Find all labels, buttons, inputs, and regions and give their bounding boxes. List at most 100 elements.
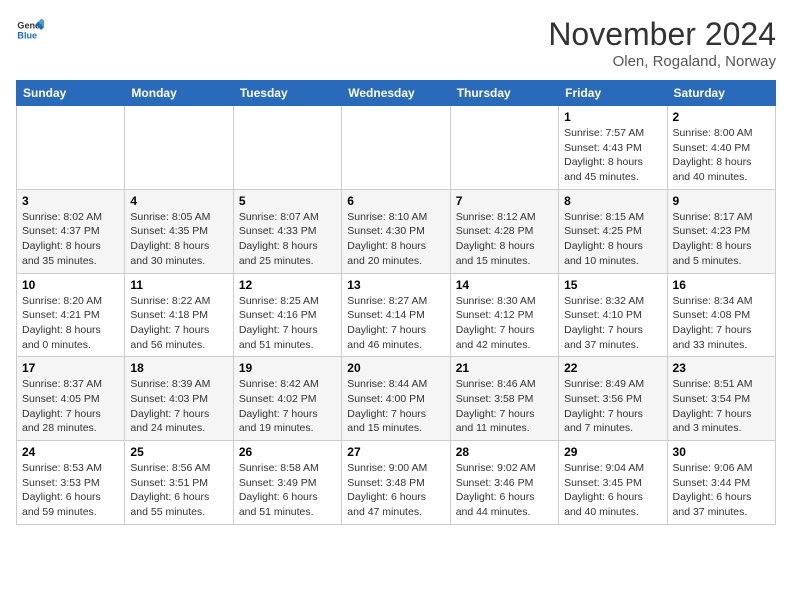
calendar-cell: 14Sunrise: 8:30 AM Sunset: 4:12 PM Dayli…: [450, 273, 558, 357]
calendar-cell: 30 Sunrise: 9:06 AM Sunset: 3:44 PM Dayli…: [667, 441, 775, 525]
day-number: 23: [673, 361, 770, 375]
day-info: Sunrise: 8:44 AM Sunset: 4:00 PM Dayligh…: [347, 377, 444, 436]
calendar-week-row: 10Sunrise: 8:20 AM Sunset: 4:21 PM Dayli…: [17, 273, 776, 357]
day-info: Sunrise: 8:12 AM Sunset: 4:28 PM Dayligh…: [456, 210, 553, 269]
calendar-cell: 18Sunrise: 8:39 AM Sunset: 4:03 PM Dayli…: [125, 357, 233, 441]
day-info: Sunrise: 8:00 AM Sunset: 4:40 PM Dayligh…: [673, 126, 770, 185]
day-info: Sunrise: 8:27 AM Sunset: 4:14 PM Dayligh…: [347, 294, 444, 353]
day-number: 14: [456, 278, 553, 292]
weekday-header-sunday: Sunday: [17, 81, 125, 106]
day-number: 21: [456, 361, 553, 375]
day-number: 17: [22, 361, 119, 375]
calendar-table: SundayMondayTuesdayWednesdayThursdayFrid…: [16, 80, 776, 525]
calendar-cell: 6 Sunrise: 8:10 AM Sunset: 4:30 PM Daylig…: [342, 189, 450, 273]
day-number: 28: [456, 445, 553, 459]
weekday-header-saturday: Saturday: [667, 81, 775, 106]
day-number: 27: [347, 445, 444, 459]
page-header: General Blue November 2024 Olen, Rogalan…: [16, 16, 776, 70]
day-number: 30: [673, 445, 770, 459]
day-info: Sunrise: 8:34 AM Sunset: 4:08 PM Dayligh…: [673, 294, 770, 353]
day-number: 12: [239, 278, 336, 292]
day-info: Sunrise: 8:10 AM Sunset: 4:30 PM Dayligh…: [347, 210, 444, 269]
day-number: 25: [130, 445, 227, 459]
calendar-week-row: 1 Sunrise: 7:57 AM Sunset: 4:43 PM Daylig…: [17, 106, 776, 190]
day-number: 26: [239, 445, 336, 459]
day-info: Sunrise: 8:53 AM Sunset: 3:53 PM Dayligh…: [22, 461, 119, 520]
day-info: Sunrise: 8:32 AM Sunset: 4:10 PM Dayligh…: [564, 294, 661, 353]
calendar-cell: 25 Sunrise: 8:56 AM Sunset: 3:51 PM Dayli…: [125, 441, 233, 525]
day-info: Sunrise: 8:42 AM Sunset: 4:02 PM Dayligh…: [239, 377, 336, 436]
weekday-header-wednesday: Wednesday: [342, 81, 450, 106]
calendar-cell: 27 Sunrise: 9:00 AM Sunset: 3:48 PM Dayli…: [342, 441, 450, 525]
day-number: 1: [564, 110, 661, 124]
day-number: 6: [347, 194, 444, 208]
day-info: Sunrise: 8:15 AM Sunset: 4:25 PM Dayligh…: [564, 210, 661, 269]
weekday-header-tuesday: Tuesday: [233, 81, 341, 106]
calendar-cell: [450, 106, 558, 190]
month-title: November 2024: [548, 16, 776, 53]
calendar-cell: 23 Sunrise: 8:51 AM Sunset: 3:54 PM Dayli…: [667, 357, 775, 441]
day-info: Sunrise: 9:00 AM Sunset: 3:48 PM Dayligh…: [347, 461, 444, 520]
calendar-week-row: 17 Sunrise: 8:37 AM Sunset: 4:05 PM Dayli…: [17, 357, 776, 441]
day-number: 9: [673, 194, 770, 208]
weekday-header-monday: Monday: [125, 81, 233, 106]
day-number: 20: [347, 361, 444, 375]
day-number: 7: [456, 194, 553, 208]
calendar-cell: 29 Sunrise: 9:04 AM Sunset: 3:45 PM Dayli…: [559, 441, 667, 525]
day-number: 15: [564, 278, 661, 292]
location: Olen, Rogaland, Norway: [548, 53, 776, 70]
calendar-cell: 2Sunrise: 8:00 AM Sunset: 4:40 PM Daylig…: [667, 106, 775, 190]
day-number: 24: [22, 445, 119, 459]
calendar-cell: 21 Sunrise: 8:46 AM Sunset: 3:58 PM Dayli…: [450, 357, 558, 441]
day-info: Sunrise: 8:22 AM Sunset: 4:18 PM Dayligh…: [130, 294, 227, 353]
calendar-cell: 16 Sunrise: 8:34 AM Sunset: 4:08 PM Dayli…: [667, 273, 775, 357]
calendar-cell: 15 Sunrise: 8:32 AM Sunset: 4:10 PM Dayli…: [559, 273, 667, 357]
day-info: Sunrise: 9:04 AM Sunset: 3:45 PM Dayligh…: [564, 461, 661, 520]
day-info: Sunrise: 7:57 AM Sunset: 4:43 PM Dayligh…: [564, 126, 661, 185]
calendar-cell: 22Sunrise: 8:49 AM Sunset: 3:56 PM Dayli…: [559, 357, 667, 441]
calendar-week-row: 3Sunrise: 8:02 AM Sunset: 4:37 PM Daylig…: [17, 189, 776, 273]
day-info: Sunrise: 8:20 AM Sunset: 4:21 PM Dayligh…: [22, 294, 119, 353]
calendar-cell: 28 Sunrise: 9:02 AM Sunset: 3:46 PM Dayli…: [450, 441, 558, 525]
day-number: 16: [673, 278, 770, 292]
day-info: Sunrise: 8:37 AM Sunset: 4:05 PM Dayligh…: [22, 377, 119, 436]
day-number: 29: [564, 445, 661, 459]
day-info: Sunrise: 8:51 AM Sunset: 3:54 PM Dayligh…: [673, 377, 770, 436]
calendar-cell: 13 Sunrise: 8:27 AM Sunset: 4:14 PM Dayli…: [342, 273, 450, 357]
calendar-cell: [342, 106, 450, 190]
calendar-cell: 11 Sunrise: 8:22 AM Sunset: 4:18 PM Dayli…: [125, 273, 233, 357]
day-number: 13: [347, 278, 444, 292]
calendar-cell: [17, 106, 125, 190]
calendar-cell: 12 Sunrise: 8:25 AM Sunset: 4:16 PM Dayli…: [233, 273, 341, 357]
calendar-cell: 8 Sunrise: 8:15 AM Sunset: 4:25 PM Daylig…: [559, 189, 667, 273]
calendar-cell: [233, 106, 341, 190]
day-info: Sunrise: 8:56 AM Sunset: 3:51 PM Dayligh…: [130, 461, 227, 520]
day-number: 11: [130, 278, 227, 292]
day-number: 5: [239, 194, 336, 208]
day-info: Sunrise: 9:06 AM Sunset: 3:44 PM Dayligh…: [673, 461, 770, 520]
calendar-cell: 7 Sunrise: 8:12 AM Sunset: 4:28 PM Daylig…: [450, 189, 558, 273]
day-info: Sunrise: 8:49 AM Sunset: 3:56 PM Dayligh…: [564, 377, 661, 436]
day-number: 19: [239, 361, 336, 375]
calendar-cell: 20 Sunrise: 8:44 AM Sunset: 4:00 PM Dayli…: [342, 357, 450, 441]
day-info: Sunrise: 8:58 AM Sunset: 3:49 PM Dayligh…: [239, 461, 336, 520]
svg-text:Blue: Blue: [17, 30, 37, 40]
day-info: Sunrise: 8:46 AM Sunset: 3:58 PM Dayligh…: [456, 377, 553, 436]
day-info: Sunrise: 8:17 AM Sunset: 4:23 PM Dayligh…: [673, 210, 770, 269]
calendar-cell: 9 Sunrise: 8:17 AM Sunset: 4:23 PM Daylig…: [667, 189, 775, 273]
day-number: 4: [130, 194, 227, 208]
calendar-cell: 5 Sunrise: 8:07 AM Sunset: 4:33 PM Daylig…: [233, 189, 341, 273]
calendar-cell: 26 Sunrise: 8:58 AM Sunset: 3:49 PM Dayli…: [233, 441, 341, 525]
day-info: Sunrise: 8:07 AM Sunset: 4:33 PM Dayligh…: [239, 210, 336, 269]
calendar-cell: 19 Sunrise: 8:42 AM Sunset: 4:02 PM Dayli…: [233, 357, 341, 441]
calendar-cell: 10Sunrise: 8:20 AM Sunset: 4:21 PM Dayli…: [17, 273, 125, 357]
day-info: Sunrise: 9:02 AM Sunset: 3:46 PM Dayligh…: [456, 461, 553, 520]
logo-icon: General Blue: [16, 16, 44, 44]
day-info: Sunrise: 8:25 AM Sunset: 4:16 PM Dayligh…: [239, 294, 336, 353]
day-number: 8: [564, 194, 661, 208]
weekday-header-friday: Friday: [559, 81, 667, 106]
calendar-week-row: 24 Sunrise: 8:53 AM Sunset: 3:53 PM Dayli…: [17, 441, 776, 525]
title-area: November 2024 Olen, Rogaland, Norway: [548, 16, 776, 70]
logo: General Blue: [16, 16, 44, 44]
calendar-cell: 1 Sunrise: 7:57 AM Sunset: 4:43 PM Daylig…: [559, 106, 667, 190]
